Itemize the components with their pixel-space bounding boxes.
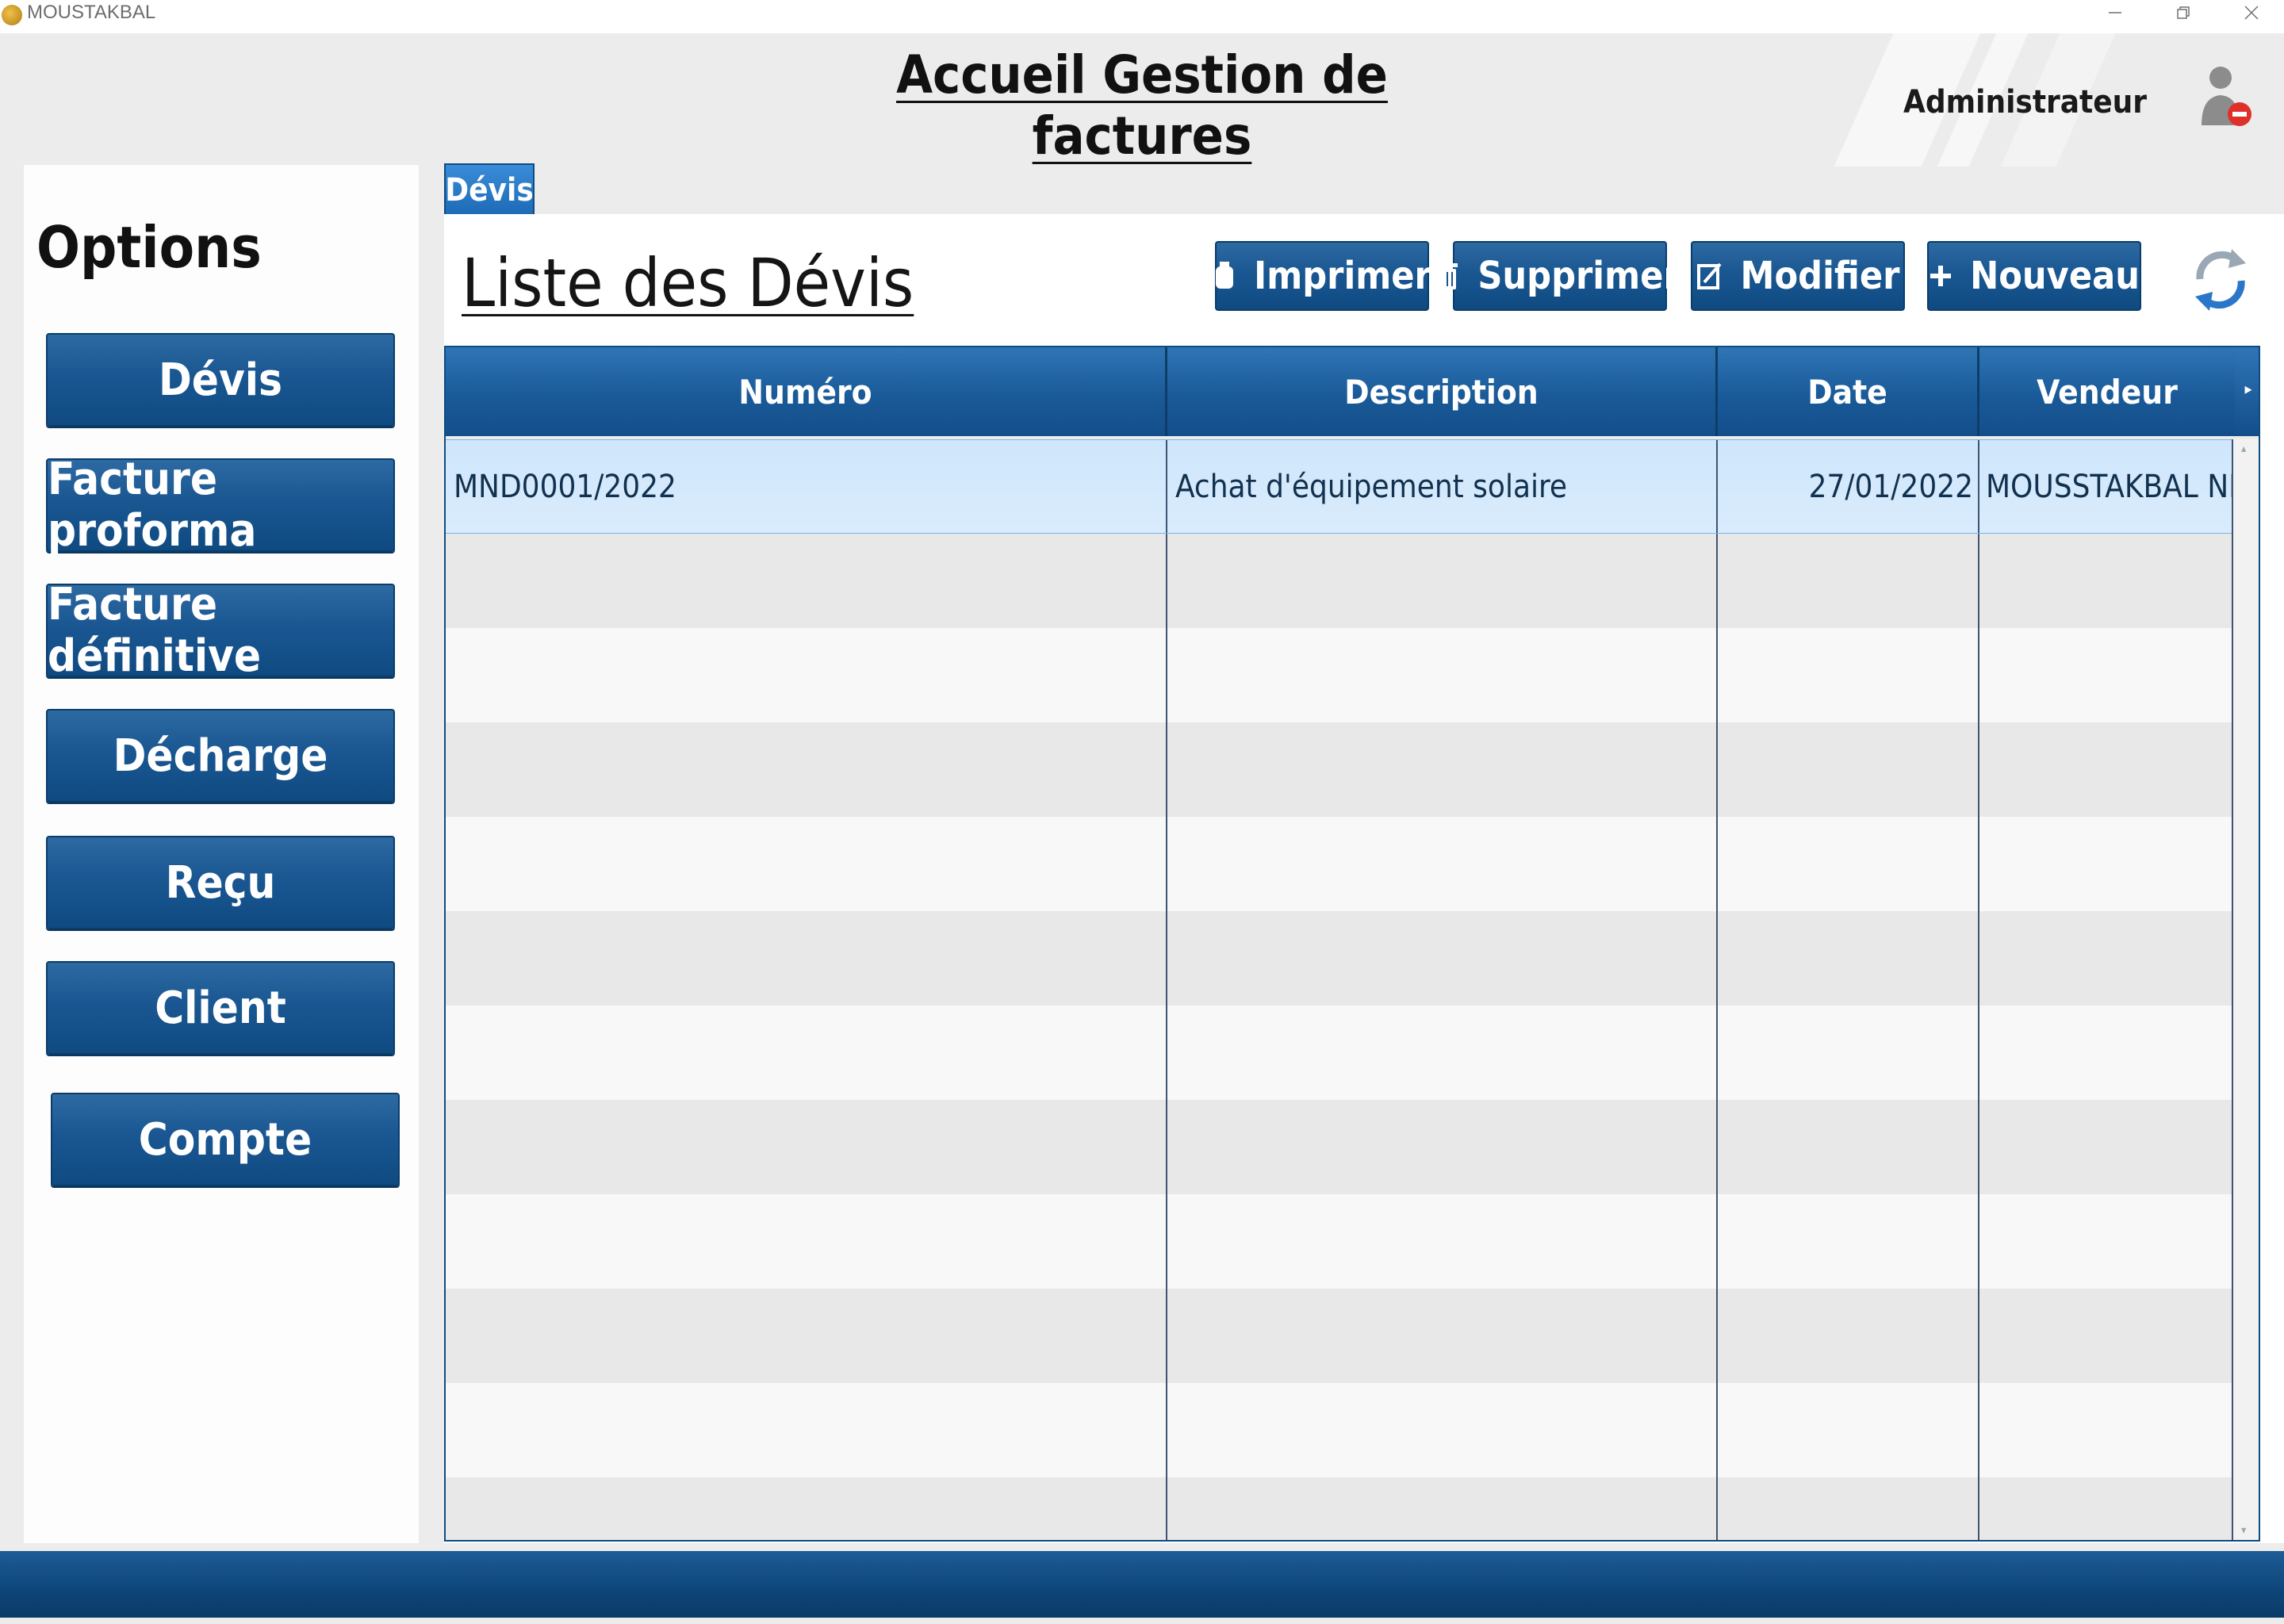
sidebar-item-recu[interactable]: Reçu <box>46 836 395 929</box>
sidebar-item-client[interactable]: Client <box>46 961 395 1055</box>
new-button[interactable]: Nouveau <box>1927 241 2141 311</box>
table-row-empty <box>446 1194 2232 1289</box>
sidebar-item-decharge[interactable]: Décharge <box>46 709 395 802</box>
user-name: Administrateur <box>1903 84 2148 121</box>
scroll-down-icon[interactable]: ▾ <box>2241 1524 2246 1537</box>
delete-button-label: Supprimer <box>1477 254 1680 298</box>
refresh-icon[interactable] <box>2189 238 2252 317</box>
cell-numero: MND0001/2022 <box>446 440 1167 533</box>
sidebar-item-facture-proforma[interactable]: Facture proforma <box>46 454 395 557</box>
page-title: Accueil Gestion de factures <box>896 44 1388 167</box>
sidebar: Options Dévis Facture proforma Facture d… <box>24 165 419 1543</box>
delete-button[interactable]: Supprimer <box>1442 241 1680 311</box>
table-row-empty <box>446 722 2232 817</box>
table-row-empty <box>446 1100 2232 1194</box>
footer-bar <box>0 1551 2284 1618</box>
app-name: MOUSTAKBAL <box>27 2 156 23</box>
column-header-date[interactable]: Date <box>1718 347 1979 436</box>
table-row-empty <box>446 1477 2232 1540</box>
list-title: Liste des Dévis <box>462 244 914 322</box>
table-row[interactable]: MND0001/2022 Achat d'équipement solaire … <box>446 439 2232 534</box>
sidebar-item-devis[interactable]: Dévis <box>46 333 395 427</box>
table-row-empty <box>446 628 2232 722</box>
column-header-vendeur[interactable]: Vendeur <box>1979 347 2235 436</box>
tab-devis[interactable]: Dévis <box>444 163 535 216</box>
print-button-label: Imprimer <box>1254 254 1431 298</box>
print-button[interactable]: Imprimer <box>1213 241 1431 311</box>
table-row-empty <box>446 1383 2232 1477</box>
table-row-empty <box>446 817 2232 911</box>
column-header-description[interactable]: Description <box>1167 347 1718 436</box>
sidebar-item-compte[interactable]: Compte <box>51 1093 400 1186</box>
scroll-right-icon[interactable]: ▸ <box>2235 347 2259 436</box>
new-button-label: Nouveau <box>1970 254 2140 298</box>
user-remove-icon[interactable] <box>2198 63 2255 132</box>
vertical-scrollbar[interactable]: ▴ ▾ <box>2232 439 2259 1540</box>
plus-icon <box>1929 260 1953 292</box>
scroll-up-icon[interactable]: ▴ <box>2241 442 2246 455</box>
printer-icon <box>1213 260 1236 292</box>
app-logo-icon <box>2 5 22 25</box>
devis-table: Numéro Description Date Vendeur ▸ MND000… <box>444 346 2260 1542</box>
table-row-empty <box>446 1005 2232 1100</box>
table-row-empty <box>446 534 2232 628</box>
sidebar-item-facture-definitive[interactable]: Facture définitive <box>46 579 395 682</box>
close-icon[interactable] <box>2217 0 2284 25</box>
column-header-numero[interactable]: Numéro <box>446 347 1167 436</box>
main-panel: Liste des Dévis Imprimer Supprimer Modif… <box>444 214 2284 1543</box>
edit-icon <box>1696 260 1723 292</box>
trash-icon <box>1439 260 1460 292</box>
cell-description: Achat d'équipement solaire <box>1167 440 1718 533</box>
table-header: Numéro Description Date Vendeur ▸ <box>446 347 2259 436</box>
window-titlebar: MOUSTAKBAL <box>0 0 2284 33</box>
cell-date: 27/01/2022 <box>1718 440 1979 533</box>
table-row-empty <box>446 911 2232 1005</box>
minimize-icon[interactable] <box>2081 0 2149 25</box>
cell-vendeur: MOUSSTAKBAL NEGOC <box>1986 468 2232 505</box>
sidebar-title: Options <box>36 214 262 281</box>
edit-button[interactable]: Modifier <box>1691 241 1905 311</box>
restore-icon[interactable] <box>2149 0 2217 25</box>
edit-button-label: Modifier <box>1740 254 1900 298</box>
table-row-empty <box>446 1289 2232 1383</box>
